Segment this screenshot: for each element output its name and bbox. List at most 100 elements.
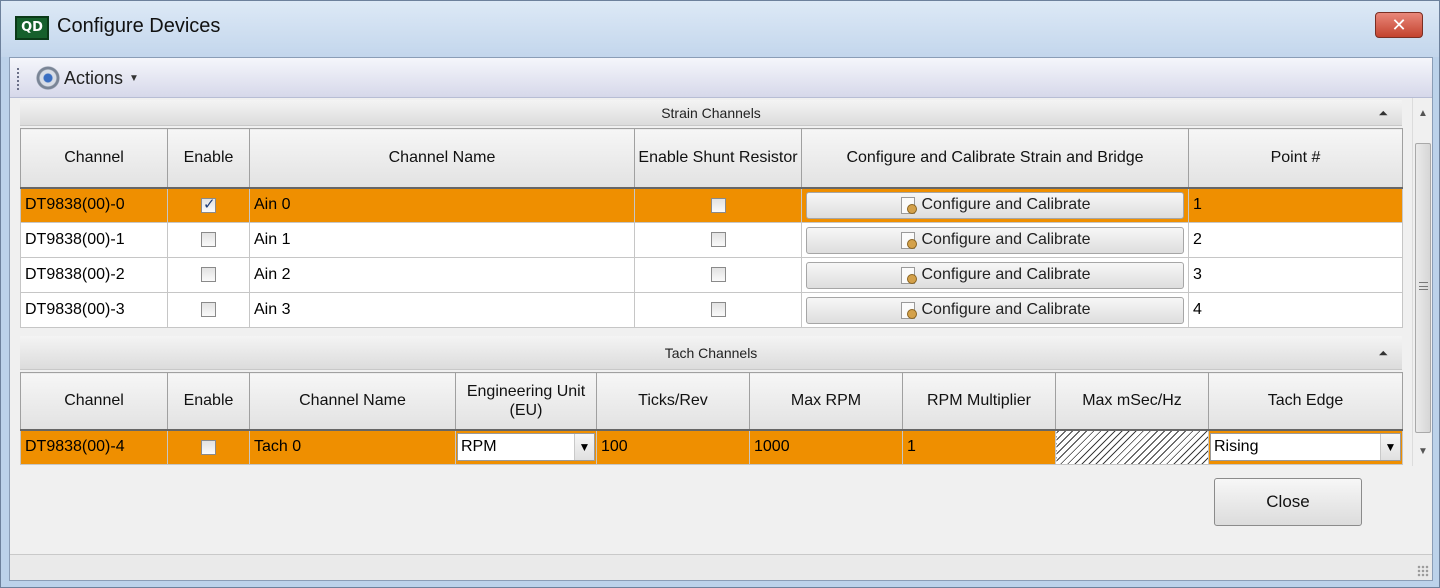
resize-grip-icon[interactable] bbox=[1417, 565, 1429, 577]
strain-header-row: Channel Enable Channel Name Enable Shunt… bbox=[20, 128, 1403, 189]
table-row[interactable]: DT9838(00)-4 Tach 0 RPM ▼ 100 1000 1 Ris… bbox=[20, 429, 1403, 465]
channel-cell[interactable]: DT9838(00)-4 bbox=[20, 429, 168, 465]
vertical-scrollbar[interactable]: ▲ ▼ bbox=[1412, 98, 1432, 466]
enable-cell[interactable] bbox=[167, 429, 250, 465]
column-header-engineering-unit[interactable]: Engineering Unit (EU) bbox=[455, 372, 597, 431]
shunt-checkbox[interactable] bbox=[710, 302, 726, 318]
shunt-cell[interactable] bbox=[634, 222, 802, 258]
column-header-max-msec-hz[interactable]: Max mSec/Hz bbox=[1055, 372, 1209, 431]
enable-cell[interactable] bbox=[167, 222, 250, 258]
channel-name-cell[interactable]: Ain 2 bbox=[249, 257, 635, 293]
column-header-enable-shunt[interactable]: Enable Shunt Resistor bbox=[634, 128, 802, 189]
shunt-cell[interactable] bbox=[634, 187, 802, 223]
channel-name-cell[interactable]: Tach 0 bbox=[249, 429, 456, 465]
column-header-ticks-rev[interactable]: Ticks/Rev bbox=[596, 372, 750, 431]
shunt-cell[interactable] bbox=[634, 257, 802, 293]
engineering-unit-select[interactable]: RPM ▼ bbox=[457, 433, 595, 462]
shunt-checkbox[interactable] bbox=[710, 267, 726, 283]
max-msec-hz-cell-disabled bbox=[1055, 429, 1209, 465]
column-header-max-rpm[interactable]: Max RPM bbox=[749, 372, 903, 431]
strain-group-header[interactable]: Strain Channels ⏶ bbox=[20, 100, 1402, 126]
tach-group-title: Tach Channels bbox=[664, 345, 758, 361]
tach-header-row: Channel Enable Channel Name Engineering … bbox=[20, 372, 1403, 431]
window-title: Configure Devices bbox=[57, 15, 221, 37]
strain-group-title: Strain Channels bbox=[661, 105, 761, 121]
enable-checkbox[interactable] bbox=[201, 232, 216, 248]
channel-cell[interactable]: DT9838(00)-3 bbox=[20, 292, 168, 328]
scrollbar-thumb[interactable] bbox=[1415, 143, 1431, 433]
enable-checkbox[interactable] bbox=[201, 195, 216, 213]
shunt-cell[interactable] bbox=[634, 292, 802, 328]
scroll-up-icon[interactable]: ▲ bbox=[1413, 104, 1433, 124]
column-header-rpm-multiplier[interactable]: RPM Multiplier bbox=[902, 372, 1056, 431]
status-bar bbox=[10, 554, 1432, 580]
enable-cell[interactable] bbox=[167, 257, 250, 293]
enable-checkbox[interactable] bbox=[201, 267, 216, 283]
toolbar-grip-icon[interactable] bbox=[17, 68, 20, 90]
enable-checkbox[interactable] bbox=[201, 302, 216, 318]
column-header-channel[interactable]: Channel bbox=[20, 128, 168, 189]
tach-edge-select[interactable]: Rising ▼ bbox=[1210, 433, 1401, 462]
collapse-icon[interactable]: ⏶ bbox=[1378, 336, 1388, 370]
table-row[interactable]: DT9838(00)-2 Ain 2 Configure and Calibra… bbox=[20, 257, 1403, 293]
engineering-unit-cell: RPM ▼ bbox=[455, 429, 597, 465]
point-cell[interactable]: 1 bbox=[1188, 187, 1403, 223]
scroll-down-icon[interactable]: ▼ bbox=[1413, 442, 1433, 462]
point-cell[interactable]: 2 bbox=[1188, 222, 1403, 258]
toolbar: Actions ▼ bbox=[10, 58, 1432, 98]
client-area: Actions ▼ Strain Channels ⏶ Channel Enab… bbox=[9, 57, 1433, 581]
strain-channels-table: Channel Enable Channel Name Enable Shunt… bbox=[20, 128, 1403, 328]
rpm-multiplier-cell[interactable]: 1 bbox=[902, 429, 1056, 465]
channel-name-cell[interactable]: Ain 0 bbox=[249, 187, 635, 223]
column-header-channel-name[interactable]: Channel Name bbox=[249, 372, 456, 431]
configure-calibrate-button[interactable]: Configure and Calibrate bbox=[806, 261, 1184, 289]
column-header-enable[interactable]: Enable bbox=[167, 372, 250, 431]
tach-group-header[interactable]: Tach Channels ⏶ bbox=[20, 336, 1402, 370]
gear-icon bbox=[36, 66, 60, 90]
configure-calibrate-button[interactable]: Configure and Calibrate bbox=[806, 191, 1184, 219]
configure-calibrate-button[interactable]: Configure and Calibrate bbox=[806, 296, 1184, 324]
configure-icon bbox=[900, 231, 917, 249]
channel-cell[interactable]: DT9838(00)-2 bbox=[20, 257, 168, 293]
shunt-checkbox[interactable] bbox=[710, 197, 726, 213]
configure-calibrate-button[interactable]: Configure and Calibrate bbox=[806, 226, 1184, 254]
shunt-checkbox[interactable] bbox=[710, 232, 726, 248]
column-header-tach-edge[interactable]: Tach Edge bbox=[1208, 372, 1403, 431]
configure-cell: Configure and Calibrate bbox=[801, 187, 1189, 223]
title-bar[interactable]: QD Configure Devices ✕ bbox=[1, 1, 1439, 57]
configure-button-label: Configure and Calibrate bbox=[921, 231, 1091, 248]
configure-button-label: Configure and Calibrate bbox=[921, 196, 1091, 214]
ticks-rev-cell[interactable]: 100 bbox=[596, 429, 750, 465]
close-button[interactable]: Close bbox=[1214, 478, 1362, 526]
configure-icon bbox=[900, 301, 917, 319]
actions-label: Actions bbox=[64, 67, 124, 88]
dropdown-arrow-icon[interactable]: ▼ bbox=[1380, 434, 1400, 461]
engineering-unit-value: RPM bbox=[461, 438, 497, 456]
table-row[interactable]: DT9838(00)-1 Ain 1 Configure and Calibra… bbox=[20, 222, 1403, 258]
app-icon: QD bbox=[15, 16, 49, 40]
enable-cell[interactable] bbox=[167, 292, 250, 328]
channel-cell[interactable]: DT9838(00)-1 bbox=[20, 222, 168, 258]
configure-button-label: Configure and Calibrate bbox=[921, 266, 1091, 283]
channel-cell[interactable]: DT9838(00)-0 bbox=[20, 187, 168, 223]
enable-cell[interactable] bbox=[167, 187, 250, 223]
channel-name-cell[interactable]: Ain 3 bbox=[249, 292, 635, 328]
enable-checkbox[interactable] bbox=[201, 439, 216, 455]
chevron-down-icon: ▼ bbox=[129, 72, 139, 84]
table-row[interactable]: DT9838(00)-3 Ain 3 Configure and Calibra… bbox=[20, 292, 1403, 328]
channel-name-cell[interactable]: Ain 1 bbox=[249, 222, 635, 258]
thumb-grip-icon bbox=[1419, 282, 1428, 290]
window-close-button[interactable]: ✕ bbox=[1375, 12, 1423, 38]
column-header-configure-calibrate[interactable]: Configure and Calibrate Strain and Bridg… bbox=[801, 128, 1189, 189]
max-rpm-cell[interactable]: 1000 bbox=[749, 429, 903, 465]
point-cell[interactable]: 4 bbox=[1188, 292, 1403, 328]
column-header-channel-name[interactable]: Channel Name bbox=[249, 128, 635, 189]
column-header-channel[interactable]: Channel bbox=[20, 372, 168, 431]
column-header-enable[interactable]: Enable bbox=[167, 128, 250, 189]
dropdown-arrow-icon[interactable]: ▼ bbox=[574, 434, 594, 461]
actions-menu-button[interactable]: Actions ▼ bbox=[36, 64, 139, 92]
collapse-icon[interactable]: ⏶ bbox=[1378, 100, 1388, 126]
table-row[interactable]: DT9838(00)-0 Ain 0 Configure and Calibra… bbox=[20, 187, 1403, 223]
column-header-point[interactable]: Point # bbox=[1188, 128, 1403, 189]
point-cell[interactable]: 3 bbox=[1188, 257, 1403, 293]
